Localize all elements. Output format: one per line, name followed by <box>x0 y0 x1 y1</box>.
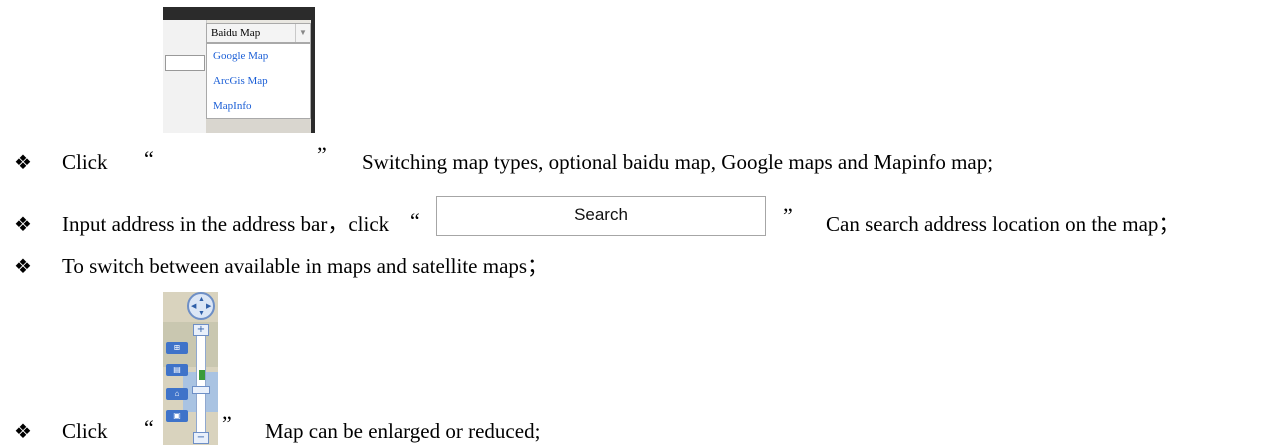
item3-text: To switch between available in maps and … <box>62 254 549 278</box>
map-type-options: Google Map ArcGis Map MapInfo <box>206 43 311 119</box>
zoom-out-icon[interactable]: − <box>193 432 209 444</box>
pan-left-icon[interactable]: ◀ <box>191 302 196 310</box>
address-input[interactable] <box>165 55 205 71</box>
item4-open-quote: “ <box>144 415 154 440</box>
item2-text-after: Can search address location on the map； <box>826 212 1180 236</box>
map-background-strip <box>206 119 311 133</box>
map-layer-icon[interactable]: ⌂ <box>166 388 188 400</box>
bullet-icon: ❖ <box>14 421 32 443</box>
map-option-mapinfo[interactable]: MapInfo <box>207 94 310 119</box>
item1-text-after: Switching map types, optional baidu map,… <box>362 150 994 174</box>
zoom-slider-handle[interactable] <box>192 386 210 394</box>
bullet-icon: ❖ <box>14 152 32 174</box>
search-button[interactable]: Search <box>436 196 766 236</box>
item4-text-after: Map can be enlarged or reduced; <box>265 419 541 443</box>
item2-text-before: Input address in the address bar，click <box>62 212 390 236</box>
map-type-dropdown-screenshot: Baidu Map ▼ Google Map ArcGis Map MapInf… <box>163 7 315 133</box>
map-marker-icon <box>199 370 205 380</box>
map-layer-icon[interactable]: ▤ <box>166 364 188 376</box>
zoom-in-icon[interactable]: + <box>193 324 209 336</box>
map-type-selected: Baidu Map <box>211 27 261 39</box>
pan-right-icon[interactable]: ▶ <box>206 302 211 310</box>
item1-text-before: Click <box>62 150 108 174</box>
map-titlebar <box>163 7 315 20</box>
item4-close-quote: ” <box>222 411 232 436</box>
map-frame-edge <box>311 7 315 133</box>
pan-control-icon[interactable]: ▲ ◀ ▶ ▼ <box>187 292 215 320</box>
map-option-arcgis[interactable]: ArcGis Map <box>207 69 310 94</box>
bullet-icon: ❖ <box>14 214 32 236</box>
pan-down-icon[interactable]: ▼ <box>198 309 205 317</box>
item4-text-before: Click <box>62 419 108 443</box>
bullet-icon: ❖ <box>14 256 32 278</box>
item1-open-quote: “ <box>144 146 154 171</box>
zoom-control-screenshot: ▲ ◀ ▶ ▼ + − ⊞ ▤ ⌂ ▣ <box>163 292 218 445</box>
map-left-pane <box>163 20 207 133</box>
map-layer-icon[interactable]: ⊞ <box>166 342 188 354</box>
zoom-slider-track[interactable] <box>196 326 206 442</box>
map-option-google[interactable]: Google Map <box>207 44 310 69</box>
map-type-select[interactable]: Baidu Map ▼ <box>206 23 311 43</box>
item2-close-quote: ” <box>783 203 793 228</box>
map-layer-icon[interactable]: ▣ <box>166 410 188 422</box>
pan-up-icon[interactable]: ▲ <box>198 295 205 303</box>
item2-open-quote: “ <box>410 208 420 233</box>
chevron-down-icon[interactable]: ▼ <box>295 24 310 42</box>
item1-close-quote: ” <box>317 142 327 167</box>
